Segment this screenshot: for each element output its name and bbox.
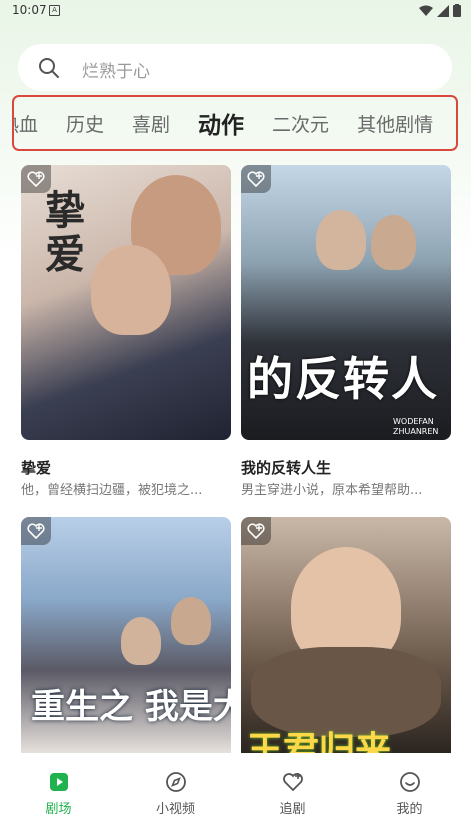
notification-a-icon: A [49,5,60,16]
nav-theater[interactable]: 剧场 [0,770,117,817]
tab-qita[interactable]: 其他剧情 [357,110,433,137]
drama-poster[interactable]: 挚爱 [21,165,231,440]
status-time: 10:07 [12,3,47,17]
nav-short-video[interactable]: 小视频 [117,770,234,817]
heart-plus-icon [282,773,303,792]
bottom-nav: 剧场 小视频 追剧 我的 [0,760,471,837]
tab-xiju[interactable]: 喜剧 [132,110,170,137]
poster-figure [371,215,416,270]
poster-title: 重生之 我是大富豪 [31,687,231,727]
favorite-add-badge[interactable] [21,165,51,193]
heart-plus-icon [27,171,45,187]
status-icons [419,4,461,17]
theater-icon [49,773,68,791]
nav-follow[interactable]: 追剧 [234,770,351,817]
compass-icon [165,772,186,792]
favorite-add-badge[interactable] [241,165,271,193]
poster-figure [316,210,366,270]
drama-description: 他，曾经横扫边疆，被犯境之... [21,483,203,498]
poster-figure [91,245,171,335]
drama-poster[interactable]: 王君归来 [241,517,451,753]
drama-card[interactable]: 挚爱 挚爱 他，曾经横扫边疆，被犯境之... [21,165,231,498]
drama-card[interactable]: 王君归来 [241,517,451,753]
heart-plus-icon [27,523,45,539]
poster-title: 挚爱 [45,187,85,278]
drama-title: 我的反转人生 [241,459,332,477]
tab-erciyuan[interactable]: 二次元 [272,110,329,137]
heart-plus-icon [247,523,265,539]
drama-card[interactable]: 重生之 我是大富豪 [21,517,231,753]
favorite-add-badge[interactable] [21,517,51,545]
search-icon [39,58,59,78]
tab-dongzuo[interactable]: 动作 [198,106,244,140]
nav-label: 剧场 [45,802,72,817]
drama-poster[interactable]: 重生之 我是大富豪 [21,517,231,753]
nav-label: 小视频 [155,802,195,817]
signal-icon [437,4,449,17]
favorite-add-badge[interactable] [241,517,271,545]
nav-label: 追剧 [279,802,306,817]
tab-lishi[interactable]: 历史 [66,110,104,137]
status-bar: 10:07 A [0,0,471,22]
poster-figure [121,617,161,665]
wifi-icon [419,5,433,16]
smile-icon [399,772,420,792]
nav-profile[interactable]: 我的 [351,770,468,817]
drama-description: 男主穿进小说，原本希望帮助... [241,483,423,498]
tab-rexue[interactable]: 热血 [14,110,38,137]
drama-card[interactable]: 的反转人 WODEFAN ZHUANREN 我的反转人生 男主穿进小说，原本希望… [241,165,451,498]
nav-label: 我的 [396,802,423,817]
drama-poster[interactable]: 的反转人 WODEFAN ZHUANREN [241,165,451,440]
search-placeholder: 烂熟于心 [82,62,150,82]
search-bar[interactable]: 烂熟于心 [18,44,452,91]
battery-icon [453,4,461,17]
drama-title: 挚爱 [21,459,52,477]
poster-figure [171,597,211,645]
poster-title: 王君归来 [247,729,392,753]
poster-title: 的反转人 [247,352,439,406]
heart-plus-icon [247,171,265,187]
category-tabs: 热血 历史 喜剧 动作 二次元 其他剧情 [12,95,458,151]
poster-subtitle: WODEFAN ZHUANREN [393,417,439,436]
